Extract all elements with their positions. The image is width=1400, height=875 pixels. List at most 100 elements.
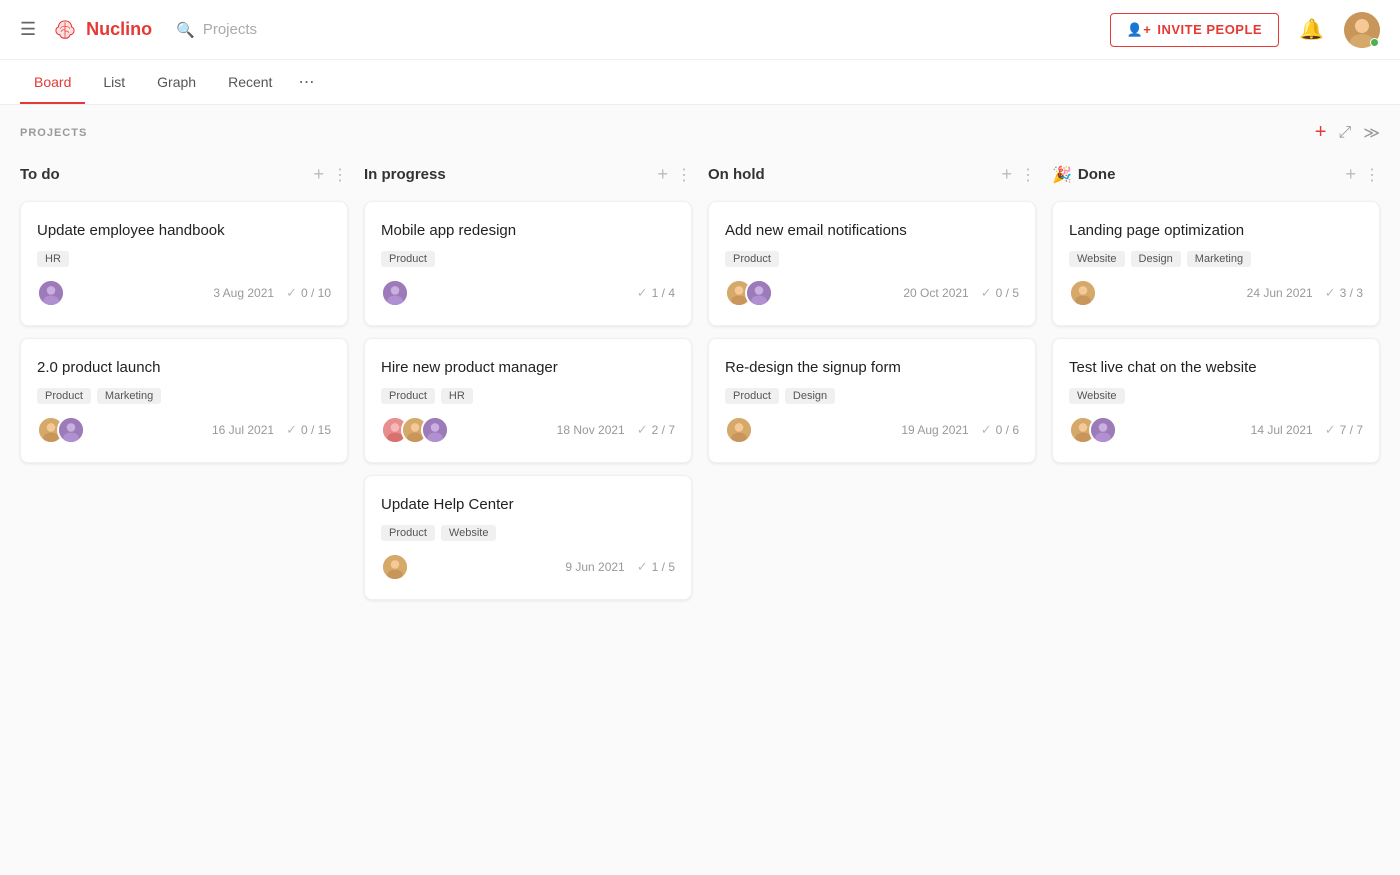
tag-product: Product [37, 388, 91, 404]
tab-list[interactable]: List [89, 62, 139, 104]
card-tags: Product [725, 251, 1019, 267]
avatar [37, 279, 65, 307]
avatar [1089, 416, 1117, 444]
more-on-hold-button[interactable]: ⋮ [1020, 165, 1036, 185]
column-actions-todo: + ⋮ [313, 164, 348, 185]
card-avatars [725, 279, 773, 307]
invite-icon: 👤+ [1127, 22, 1152, 38]
add-card-on-hold-button[interactable]: + [1001, 164, 1012, 185]
check-icon: ✓ [637, 559, 648, 575]
card-tasks: ✓ 0 / 10 [286, 285, 331, 301]
more-todo-button[interactable]: ⋮ [332, 165, 348, 185]
card-update-employee-handbook[interactable]: Update employee handbook HR 3 Aug 2021 ✓ [20, 201, 348, 326]
board-actions: + ⤢ ≫ [1315, 121, 1380, 144]
menu-icon[interactable]: ☰ [20, 19, 36, 40]
card-date: 16 Jul 2021 [212, 423, 274, 437]
card-avatars [381, 553, 409, 581]
column-todo: To do + ⋮ Update employee handbook HR [20, 160, 348, 475]
card-date: 9 Jun 2021 [565, 560, 624, 574]
check-icon: ✓ [286, 422, 297, 438]
card-title: Re-design the signup form [725, 357, 1019, 378]
column-title-todo: To do [20, 166, 60, 183]
tag-website: Website [1069, 251, 1125, 267]
board-columns: To do + ⋮ Update employee handbook HR [20, 160, 1380, 612]
check-icon: ✓ [1325, 422, 1336, 438]
logo-text: Nuclino [86, 19, 152, 40]
column-actions-in-progress: + ⋮ [657, 164, 692, 185]
check-icon: ✓ [981, 422, 992, 438]
column-title-done: Done [1078, 166, 1116, 183]
card-product-launch[interactable]: 2.0 product launch Product Marketing [20, 338, 348, 463]
card-meta: 9 Jun 2021 ✓ 1 / 5 [565, 559, 675, 575]
card-tags: Product Website [381, 525, 675, 541]
card-date: 18 Nov 2021 [557, 423, 625, 437]
check-icon: ✓ [637, 422, 648, 438]
card-meta: 16 Jul 2021 ✓ 0 / 15 [212, 422, 331, 438]
add-card-in-progress-button[interactable]: + [657, 164, 668, 185]
add-board-button[interactable]: + [1315, 121, 1327, 144]
board-area: PROJECTS + ⤢ ≫ To do + ⋮ Update employee… [0, 105, 1400, 874]
card-title: Test live chat on the website [1069, 357, 1363, 378]
column-actions-done: + ⋮ [1345, 164, 1380, 185]
tab-recent[interactable]: Recent [214, 62, 286, 104]
card-avatars [37, 279, 65, 307]
tab-board[interactable]: Board [20, 62, 85, 104]
card-date: 19 Aug 2021 [901, 423, 968, 437]
column-actions-on-hold: + ⋮ [1001, 164, 1036, 185]
column-in-progress: In progress + ⋮ Mobile app redesign Prod… [364, 160, 692, 612]
card-title: Add new email notifications [725, 220, 1019, 241]
card-tasks: ✓ 1 / 4 [637, 285, 675, 301]
card-footer: 16 Jul 2021 ✓ 0 / 15 [37, 416, 331, 444]
card-tasks: ✓ 2 / 7 [637, 422, 675, 438]
card-date: 24 Jun 2021 [1247, 286, 1313, 300]
card-landing-page-optimization[interactable]: Landing page optimization Website Design… [1052, 201, 1380, 326]
card-tasks: ✓ 3 / 3 [1325, 285, 1363, 301]
column-header-on-hold: On hold + ⋮ [708, 160, 1036, 189]
card-avatars [725, 416, 753, 444]
card-tags: Product Marketing [37, 388, 331, 404]
user-avatar-wrapper[interactable] [1344, 12, 1380, 48]
logo[interactable]: Nuclino [52, 17, 152, 43]
card-tasks: ✓ 7 / 7 [1325, 422, 1363, 438]
card-update-help-center[interactable]: Update Help Center Product Website 9 Jun… [364, 475, 692, 600]
check-icon: ✓ [286, 285, 297, 301]
card-tags: Product HR [381, 388, 675, 404]
card-footer: 19 Aug 2021 ✓ 0 / 6 [725, 416, 1019, 444]
card-avatars [381, 279, 409, 307]
collapse-board-button[interactable]: ≫ [1363, 123, 1380, 143]
more-in-progress-button[interactable]: ⋮ [676, 165, 692, 185]
card-tags: Product Design [725, 388, 1019, 404]
search-area[interactable]: 🔍 Projects [176, 21, 257, 39]
card-date: 20 Oct 2021 [903, 286, 968, 300]
avatar [57, 416, 85, 444]
card-meta: 19 Aug 2021 ✓ 0 / 6 [901, 422, 1019, 438]
invite-people-button[interactable]: 👤+ INVITE PEOPLE [1110, 13, 1280, 47]
card-date: 3 Aug 2021 [213, 286, 274, 300]
card-footer: 3 Aug 2021 ✓ 0 / 10 [37, 279, 331, 307]
avatar [725, 416, 753, 444]
add-card-todo-button[interactable]: + [313, 164, 324, 185]
card-mobile-app-redesign[interactable]: Mobile app redesign Product ✓ 1 / 4 [364, 201, 692, 326]
expand-board-button[interactable]: ⤢ [1338, 124, 1351, 142]
card-tasks: ✓ 0 / 5 [981, 285, 1019, 301]
tab-graph[interactable]: Graph [143, 62, 210, 104]
card-footer: ✓ 1 / 4 [381, 279, 675, 307]
column-on-hold: On hold + ⋮ Add new email notifications … [708, 160, 1036, 475]
tag-product: Product [381, 388, 435, 404]
card-tags: Website Design Marketing [1069, 251, 1363, 267]
notification-bell-icon[interactable]: 🔔 [1299, 17, 1324, 42]
card-test-live-chat[interactable]: Test live chat on the website Website [1052, 338, 1380, 463]
online-indicator [1370, 38, 1379, 47]
more-done-button[interactable]: ⋮ [1364, 165, 1380, 185]
card-footer: 24 Jun 2021 ✓ 3 / 3 [1069, 279, 1363, 307]
tag-website: Website [1069, 388, 1125, 404]
card-title: 2.0 product launch [37, 357, 331, 378]
card-hire-product-manager[interactable]: Hire new product manager Product HR [364, 338, 692, 463]
search-placeholder: Projects [203, 21, 257, 38]
tabs-more-button[interactable]: ⋯ [290, 60, 322, 104]
card-redesign-signup-form[interactable]: Re-design the signup form Product Design… [708, 338, 1036, 463]
column-header-in-progress: In progress + ⋮ [364, 160, 692, 189]
add-card-done-button[interactable]: + [1345, 164, 1356, 185]
brain-icon [52, 17, 78, 43]
card-add-email-notifications[interactable]: Add new email notifications Product [708, 201, 1036, 326]
